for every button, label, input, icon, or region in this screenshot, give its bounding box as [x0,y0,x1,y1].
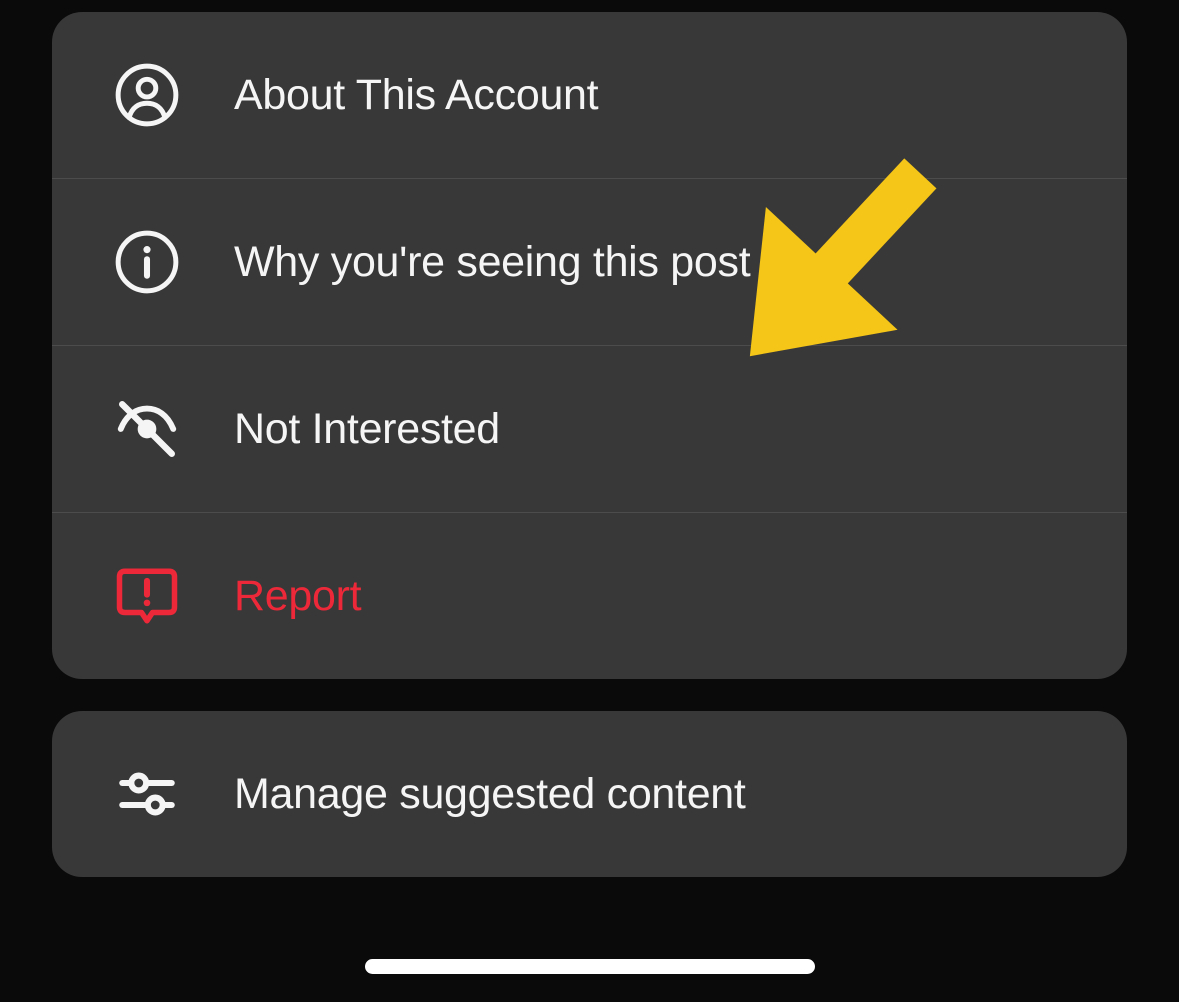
manage-suggested-item[interactable]: Manage suggested content [52,711,1127,877]
info-icon [112,227,182,297]
not-interested-label: Not Interested [234,405,500,454]
not-interested-item[interactable]: Not Interested [52,346,1127,513]
why-seeing-item[interactable]: Why you're seeing this post [52,179,1127,346]
person-circle-icon [112,60,182,130]
sliders-icon [112,759,182,829]
report-label: Report [234,572,361,621]
eye-slash-icon [112,394,182,464]
about-account-label: About This Account [234,71,598,120]
menu-group-primary: About This Account Why you're seeing thi… [52,12,1127,679]
report-item[interactable]: Report [52,513,1127,679]
why-seeing-label: Why you're seeing this post [234,238,750,287]
action-sheet-menu: About This Account Why you're seeing thi… [0,0,1179,877]
about-account-item[interactable]: About This Account [52,12,1127,179]
home-indicator[interactable] [365,959,815,974]
menu-group-secondary: Manage suggested content [52,711,1127,877]
manage-suggested-label: Manage suggested content [234,770,746,819]
report-icon [112,561,182,631]
